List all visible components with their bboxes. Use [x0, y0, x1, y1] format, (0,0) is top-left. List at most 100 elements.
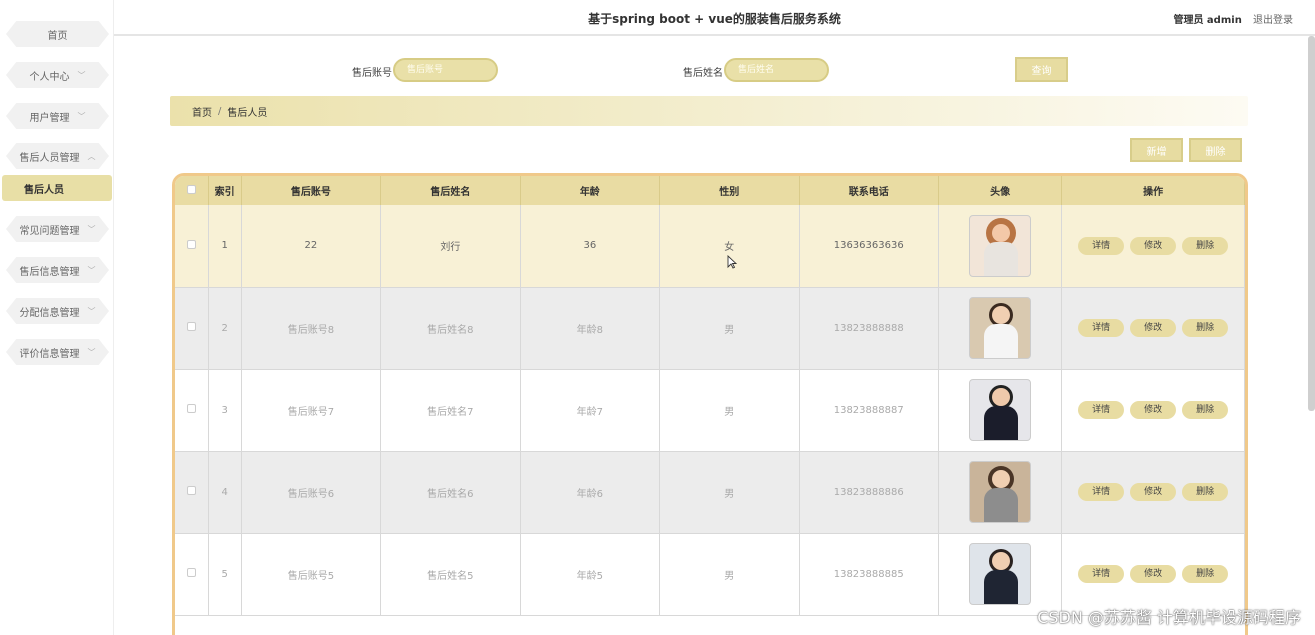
select-all-checkbox[interactable]: [186, 184, 196, 194]
detail-button[interactable]: 详情: [1078, 565, 1125, 583]
edit-button[interactable]: 修改: [1130, 483, 1177, 501]
row-checkbox[interactable]: [186, 239, 196, 249]
cell-index: 3: [208, 369, 242, 452]
chevron-down-icon: ﹀: [77, 111, 86, 121]
edit-button[interactable]: 修改: [1130, 401, 1177, 419]
add-button[interactable]: 新增: [1130, 138, 1183, 162]
account-search-input[interactable]: [393, 58, 498, 82]
cell-age: 年龄5: [520, 533, 661, 616]
row-checkbox[interactable]: [186, 568, 196, 577]
breadcrumb-home[interactable]: 首页: [192, 104, 212, 119]
delete-button[interactable]: 删除: [1182, 236, 1229, 255]
app-title: 基于spring boot + vue的服装售后服务系统: [588, 12, 841, 26]
sidebar-item-label: 售后人员: [24, 184, 64, 196]
sidebar-item-faq-management[interactable]: 常见问题管理 ﹀: [6, 216, 109, 242]
column-header: 性别: [659, 176, 800, 205]
cell-actions: 详情 修改 删除: [1061, 451, 1245, 534]
cell-actions: 详情 修改 删除: [1061, 205, 1245, 288]
column-header: 售后账号: [241, 176, 382, 205]
row-checkbox[interactable]: [186, 486, 196, 495]
cell-index: 2: [208, 287, 242, 370]
sidebar-item-label: 首页: [47, 30, 68, 42]
breadcrumb-current: 售后人员: [227, 107, 268, 119]
row-checkbox-cell[interactable]: [175, 533, 209, 616]
account-search-label: 售后账号: [352, 68, 392, 79]
chevron-down-icon: ﹀: [77, 70, 86, 80]
query-button[interactable]: 查询: [1015, 57, 1068, 82]
sidebar-item-home[interactable]: 首页: [6, 21, 109, 47]
column-header: 联系电话: [799, 176, 939, 205]
table-row[interactable]: 3 售后账号7 售后姓名7 年龄7 男 13823888887 详情 修改 删除: [175, 369, 1245, 452]
row-checkbox[interactable]: [186, 322, 196, 331]
sidebar-item-label: 售后信息管理: [19, 266, 80, 278]
detail-button[interactable]: 详情: [1078, 319, 1125, 337]
cell-account: 22: [241, 205, 382, 288]
column-header: 索引: [208, 176, 242, 205]
cell-name: 刘行: [380, 205, 521, 288]
cell-gender: 男: [659, 451, 800, 534]
sidebar-item-staff-management[interactable]: 售后人员管理 ︿: [6, 143, 109, 169]
column-header: 售后姓名: [380, 176, 521, 205]
cell-gender: 女: [659, 205, 800, 288]
sidebar-item-label: 用户管理: [29, 112, 70, 124]
column-header: 年龄: [520, 176, 661, 205]
sidebar-item-assignment-management[interactable]: 分配信息管理 ﹀: [6, 298, 109, 324]
table-row[interactable]: 5 售后账号5 售后姓名5 年龄5 男 13823888885 详情 修改 删除: [175, 533, 1245, 616]
row-checkbox-cell[interactable]: [175, 369, 209, 452]
row-checkbox[interactable]: [186, 404, 196, 413]
cell-age: 年龄7: [520, 369, 661, 452]
sidebar-item-service-info-management[interactable]: 售后信息管理 ﹀: [6, 257, 109, 283]
edit-button[interactable]: 修改: [1130, 319, 1177, 337]
table-row[interactable]: 4 售后账号6 售后姓名6 年龄6 男 13823888886 详情 修改 删除: [175, 451, 1245, 534]
chevron-down-icon: ﹀: [87, 224, 96, 234]
table-row[interactable]: 2 售后账号8 售后姓名8 年龄8 男 13823888888 详情 修改 删除: [175, 287, 1245, 370]
row-checkbox-cell[interactable]: [175, 205, 209, 288]
avatar: [969, 543, 1032, 605]
cell-avatar: [938, 205, 1063, 288]
sidebar-item-label: 分配信息管理: [19, 307, 80, 319]
detail-button[interactable]: 详情: [1078, 401, 1125, 419]
chevron-up-icon: ︿: [87, 151, 96, 161]
logout-link[interactable]: 退出登录: [1253, 15, 1293, 26]
delete-button[interactable]: 删除: [1182, 565, 1229, 583]
row-checkbox-cell[interactable]: [175, 451, 209, 534]
edit-button[interactable]: 修改: [1130, 236, 1177, 255]
detail-button[interactable]: 详情: [1078, 236, 1125, 255]
detail-button[interactable]: 详情: [1078, 483, 1125, 501]
row-checkbox-cell[interactable]: [175, 287, 209, 370]
edit-button[interactable]: 修改: [1130, 565, 1177, 583]
cell-account: 售后账号5: [241, 533, 382, 616]
cell-avatar: [938, 533, 1063, 616]
cell-age: 年龄6: [520, 451, 661, 534]
header: 基于spring boot + vue的服装售后服务系统 管理员 admin 退…: [114, 0, 1315, 36]
cell-phone: 13823888887: [799, 369, 939, 452]
column-header: 操作: [1061, 176, 1245, 205]
delete-button[interactable]: 删除: [1182, 319, 1229, 337]
user-area: 管理员 admin 退出登录: [1173, 11, 1293, 26]
cell-index: 4: [208, 451, 242, 534]
delete-button[interactable]: 删除: [1182, 483, 1229, 501]
name-search-input[interactable]: [724, 58, 829, 82]
scrollbar[interactable]: [1308, 36, 1315, 411]
cell-phone: 13823888888: [799, 287, 939, 370]
sidebar-item-staff[interactable]: 售后人员: [2, 175, 112, 201]
batch-delete-button-label: 删除: [1205, 146, 1226, 158]
avatar: [969, 214, 1032, 277]
sidebar-item-review-management[interactable]: 评价信息管理 ﹀: [6, 339, 109, 365]
select-all-cell[interactable]: [175, 176, 209, 205]
sidebar-item-label: 评价信息管理: [19, 348, 80, 360]
sidebar-item-user-management[interactable]: 用户管理 ﹀: [6, 103, 109, 129]
name-search-label: 售后姓名: [683, 68, 723, 79]
avatar: [969, 297, 1032, 359]
sidebar-item-label: 个人中心: [29, 71, 70, 83]
sidebar: 首页 个人中心 ﹀ 用户管理 ﹀ 售后人员管理 ︿ 售后人员 常见问题管理 ﹀ …: [0, 0, 114, 635]
table-row[interactable]: 1 22 刘行 36 女 13636363636 详情 修改 删除: [175, 205, 1245, 288]
batch-delete-button[interactable]: 删除: [1189, 138, 1242, 162]
cell-name: 售后姓名6: [380, 451, 521, 534]
sidebar-item-personal-center[interactable]: 个人中心 ﹀: [6, 62, 109, 88]
avatar: [969, 461, 1032, 523]
cell-age: 年龄8: [520, 287, 661, 370]
cell-phone: 13636363636: [799, 205, 939, 288]
delete-button[interactable]: 删除: [1182, 401, 1229, 419]
query-button-label: 查询: [1031, 66, 1052, 77]
